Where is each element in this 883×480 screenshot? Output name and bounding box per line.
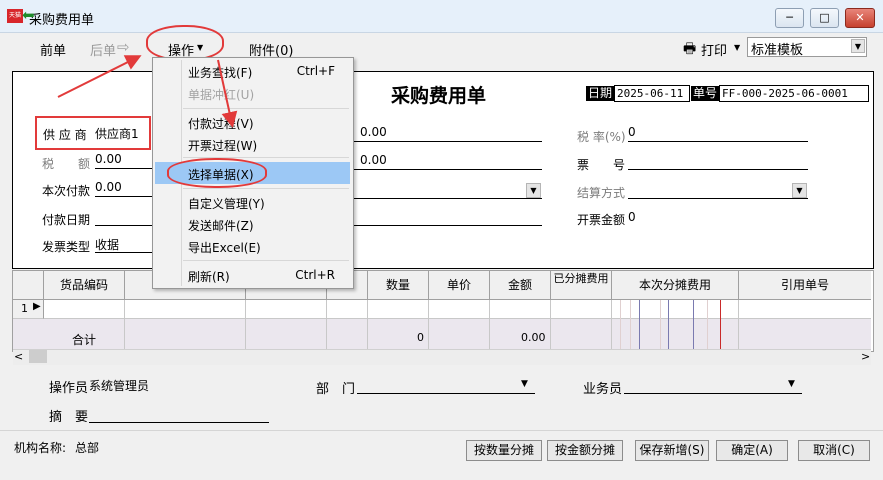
arrow-to-operate <box>57 55 142 98</box>
arrow-to-select-document <box>217 59 238 128</box>
annotation-arrows <box>57 55 238 128</box>
